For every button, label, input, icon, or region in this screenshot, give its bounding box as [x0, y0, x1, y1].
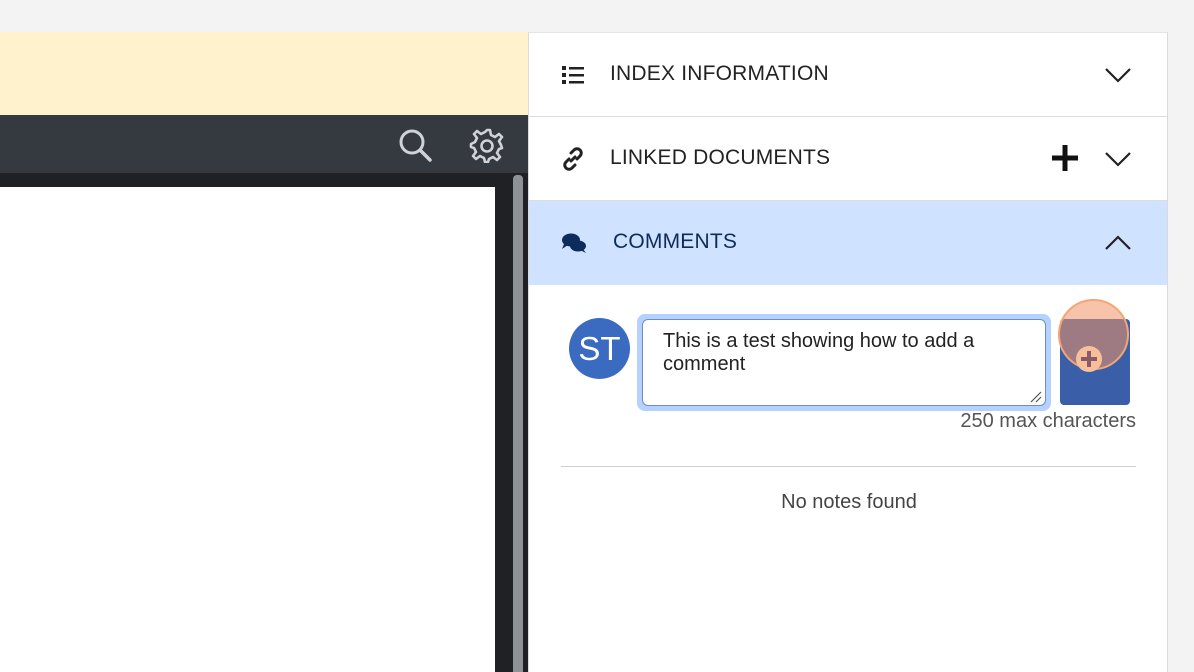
chevron-down-icon[interactable]: [1104, 67, 1132, 83]
empty-state-text: No notes found: [781, 491, 917, 513]
section-title: COMMENTS: [613, 230, 738, 253]
add-linked-document-button[interactable]: [1051, 144, 1079, 172]
notification-banner: [0, 32, 528, 115]
side-panel: INDEX INFORMATION LINKED DOCUMENTS COMME…: [528, 32, 1168, 672]
viewer-toolbar: [0, 115, 528, 173]
chevron-up-icon[interactable]: [1104, 235, 1132, 251]
list-icon: [561, 63, 585, 87]
comments-icon: [561, 231, 586, 255]
link-icon: [561, 147, 585, 171]
plus-circle-icon: [1076, 346, 1102, 372]
gear-icon[interactable]: [469, 127, 505, 164]
document-page[interactable]: [0, 187, 495, 672]
section-index-information[interactable]: INDEX INFORMATION: [529, 33, 1167, 117]
viewer-scrollbar[interactable]: [513, 175, 523, 672]
section-linked-documents[interactable]: LINKED DOCUMENTS: [529, 117, 1167, 201]
chevron-down-icon[interactable]: [1104, 151, 1132, 167]
comment-input-wrapper: This is a test showing how to add a comm…: [637, 314, 1051, 411]
section-title: INDEX INFORMATION: [610, 62, 829, 85]
max-characters-hint: 250 max characters: [960, 410, 1136, 432]
comment-input[interactable]: This is a test showing how to add a comm…: [642, 319, 1046, 406]
resize-handle-icon[interactable]: [1030, 390, 1042, 403]
avatar: ST: [569, 318, 630, 379]
section-title: LINKED DOCUMENTS: [610, 146, 831, 169]
page-margin: [1168, 0, 1194, 672]
section-comments[interactable]: COMMENTS: [529, 201, 1167, 285]
search-icon[interactable]: [397, 127, 433, 163]
divider: [561, 466, 1136, 467]
